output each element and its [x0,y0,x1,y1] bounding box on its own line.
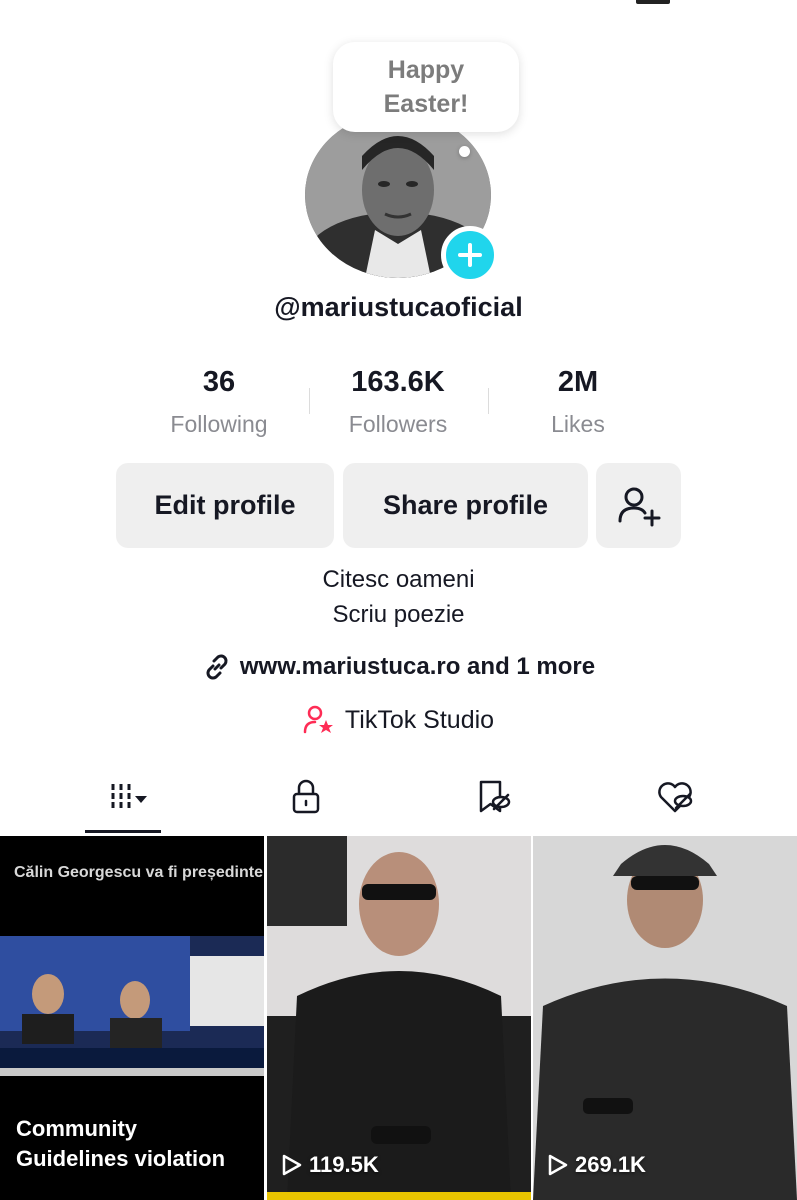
favorites-hidden-icon [479,780,511,813]
bubble-text-line1: Happy [387,56,465,84]
video-tile[interactable]: Călin Georgescu va fi președinte Communi… [0,836,264,1200]
bubble-text-line2: Easter! [383,90,469,118]
add-avatar-button[interactable] [441,226,499,284]
share-profile-button[interactable]: Share profile [343,463,588,548]
violation-status: Community Guidelines violation [16,1114,225,1174]
profile-avatar[interactable] [305,112,499,284]
tiktok-studio-link[interactable]: TikTok Studio [0,704,797,736]
view-count: 119.5K [281,1152,379,1178]
videos-grid-icon [111,784,147,810]
tab-liked[interactable] [635,772,715,822]
profile-link[interactable]: www.mariustuca.ro and 1 more [0,652,797,682]
bio-line: Citesc oameni [322,566,475,593]
likes-label: Likes [551,411,605,437]
video-thumbnail [267,836,531,1200]
play-icon [282,1154,302,1176]
bio-line: Scriu poezie [332,601,465,628]
lock-icon [292,779,320,814]
add-friend-button[interactable] [596,463,681,548]
username: @mariustucaoficial [274,292,523,322]
followers-label: Followers [348,411,448,437]
video-overlay-title: Călin Georgescu va fi președinte [14,864,263,881]
violation-text-line2: Guidelines violation [16,1146,226,1171]
video-tile[interactable]: 119.5K [267,836,531,1200]
video-tile[interactable]: 269.1K [533,836,797,1200]
liked-hidden-icon [658,782,693,813]
bubble-tail [459,146,470,157]
profile-link-text: www.mariustuca.ro and 1 more [239,653,596,680]
studio-label: TikTok Studio [344,705,495,734]
video-thumbnail [533,836,797,1200]
studio-person-star-icon [303,705,333,734]
violation-text-line1: Community [16,1116,137,1141]
tab-private[interactable] [266,772,346,822]
stat-likes[interactable]: 2M Likes [488,362,668,446]
followers-count: 163.6K [351,366,445,398]
view-count: 269.1K [547,1152,646,1178]
stat-following[interactable]: 36 Following [129,362,309,446]
following-label: Following [170,411,268,437]
plus-icon [458,243,482,267]
play-icon [548,1154,568,1176]
active-tab-indicator [85,830,161,833]
edit-profile-button[interactable]: Edit profile [116,463,334,548]
view-count-text: 119.5K [309,1152,379,1177]
status-bar-fragment [636,0,670,4]
stat-followers[interactable]: 163.6K Followers [308,362,488,446]
tab-favorites[interactable] [453,772,533,822]
view-count-text: 269.1K [575,1152,646,1177]
add-friend-icon [618,487,660,526]
tab-videos[interactable] [88,772,168,822]
likes-count: 2M [557,366,599,398]
following-count: 36 [202,366,236,398]
status-bubble[interactable]: Happy Easter! [333,42,519,132]
link-icon [206,654,228,680]
